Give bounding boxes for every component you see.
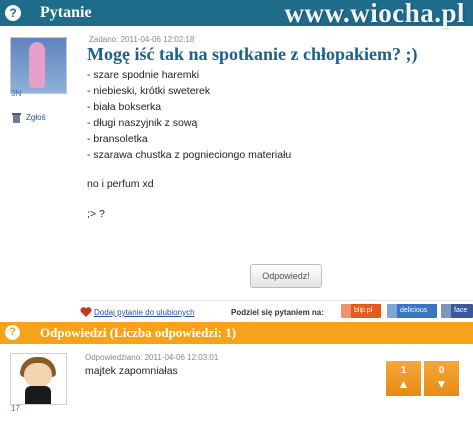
delicious-icon <box>387 304 397 318</box>
answer-date: Odpowiedziano: 2011-04-06 12:03:01 <box>85 353 219 362</box>
thumbs-up-icon: ▲ <box>397 377 410 391</box>
list-item: - bransoletka <box>87 133 148 145</box>
avatar[interactable] <box>10 353 67 405</box>
author-name[interactable]: 3N <box>11 89 21 98</box>
watermark: www.wiocha.pl <box>284 0 465 28</box>
vote-down-button[interactable]: 0 ▼ <box>424 361 459 396</box>
question-header: ? Pytanie www.wiocha.pl <box>0 0 473 28</box>
help-icon: ? <box>5 325 20 340</box>
share-label: Podziel się pytaniem na: <box>231 308 324 317</box>
share-facebook-button[interactable]: face <box>441 304 473 318</box>
vote-down-count: 0 <box>438 365 445 376</box>
avatar[interactable] <box>10 37 67 94</box>
question-extra-text: ;> ? <box>87 208 105 220</box>
list-item: - długi naszyjnik z sową <box>87 117 198 129</box>
share-delicious-button[interactable]: delicious <box>387 304 437 318</box>
add-to-favorites-link[interactable]: Dodaj pytanie do ulubionych <box>94 308 195 317</box>
heart-icon[interactable] <box>80 306 92 318</box>
share-blip-button[interactable]: blip.pl <box>341 304 381 318</box>
question-header-title: Pytanie <box>40 4 92 21</box>
author-name[interactable]: 17 <box>11 404 20 413</box>
divider <box>80 300 473 301</box>
question-title: Mogę iść tak na spotkanie z chłopakiem? … <box>87 44 418 64</box>
answers-header-title: Odpowiedzi (Liczba odpowiedzi: 1) <box>40 325 237 340</box>
blip-icon <box>341 304 351 318</box>
answer-text: majtek zapomniałas <box>85 365 178 377</box>
question-items: - szare spodnie haremki - niebieski, kró… <box>87 67 291 163</box>
vote-up-button[interactable]: 1 ▲ <box>386 361 421 396</box>
list-item: - szare spodnie haremki <box>87 69 200 81</box>
report-link[interactable]: Zgłoś <box>26 113 46 122</box>
vote-up-count: 1 <box>400 365 407 376</box>
list-item: - szarawa chustka z pognieciongo materia… <box>87 149 292 161</box>
list-item: - biała bokserka <box>87 101 162 113</box>
list-item: - niebieski, krótki sweterek <box>87 85 211 97</box>
trash-icon[interactable] <box>12 113 21 123</box>
facebook-icon <box>441 304 451 318</box>
question-extra-text: no i perfum xd <box>87 178 154 190</box>
help-icon: ? <box>5 5 21 21</box>
answers-header: ? Odpowiedzi (Liczba odpowiedzi: 1) <box>0 322 473 344</box>
answer-button[interactable]: Odpowiedz! <box>250 264 322 288</box>
question-date: Zadano: 2011-04-06 12:02:18 <box>89 35 195 44</box>
thumbs-down-icon: ▼ <box>435 377 448 391</box>
